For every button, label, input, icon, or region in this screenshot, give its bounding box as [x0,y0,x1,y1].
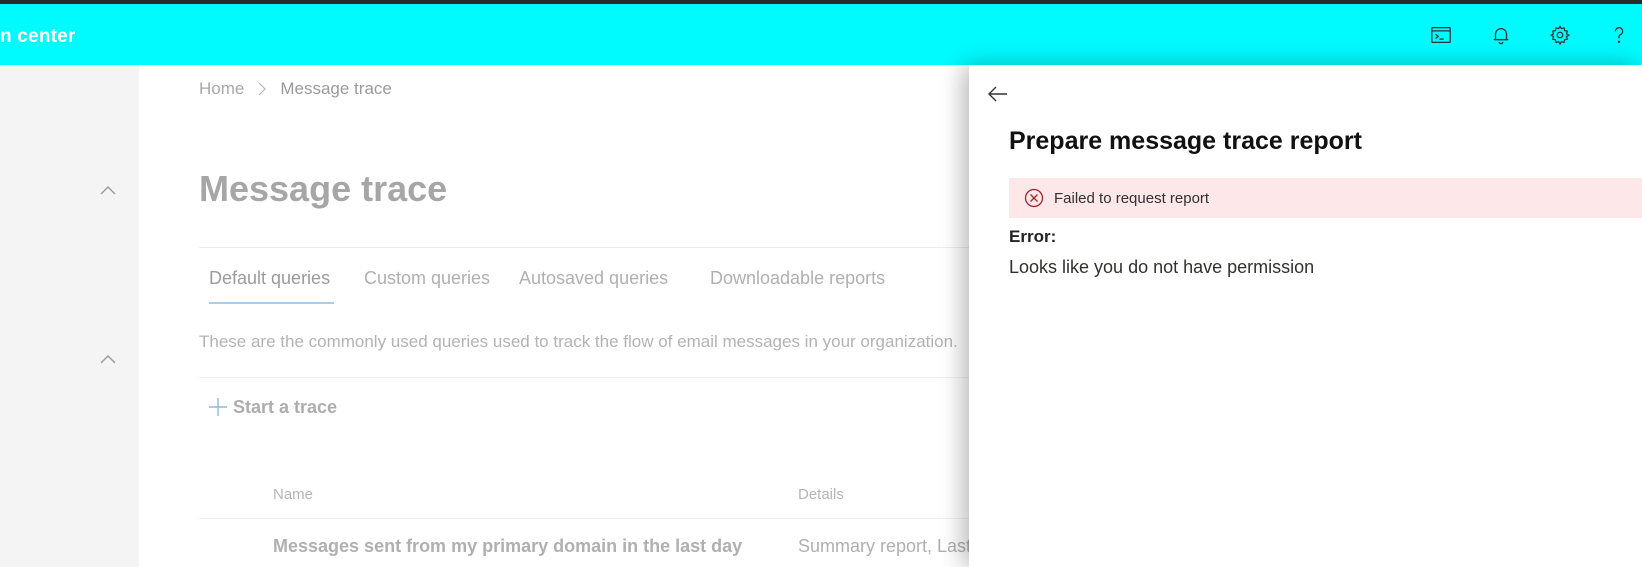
table-cell-name: Messages sent from my primary domain in … [273,536,743,556]
active-tab-indicator [209,302,334,304]
message-trace-report-panel: Prepare message trace report Failed to r… [969,65,1642,567]
breadcrumb-current: Message trace [280,79,392,98]
divider [199,377,969,378]
chevron-right-icon [258,82,267,96]
chevron-up-icon[interactable] [98,352,118,366]
tab-custom-queries[interactable]: Custom queries [364,268,490,289]
start-trace-button[interactable]: Start a trace [207,396,337,418]
tab-autosaved-queries[interactable]: Autosaved queries [519,268,668,289]
column-header-name[interactable]: Name [273,486,313,503]
error-label: Error: [1009,227,1057,246]
panel-title: Prepare message trace report [1009,127,1362,155]
tab-downloadable-reports[interactable]: Downloadable reports [710,268,885,289]
back-arrow-icon[interactable] [983,79,1013,109]
divider [199,518,969,519]
error-bar-text: Failed to request report [1054,189,1210,207]
chevron-up-icon[interactable] [98,183,118,197]
start-trace-label: Start a trace [233,396,338,417]
breadcrumb: Home Message trace [199,79,392,99]
bell-icon[interactable] [1486,20,1516,50]
left-navigation-rail [0,65,139,567]
terminal-icon[interactable] [1426,20,1456,50]
breadcrumb-home-link[interactable]: Home [199,79,244,99]
plus-icon [209,398,227,416]
error-message-bar: Failed to request report [1009,178,1642,218]
error-circle-icon [1024,188,1044,208]
top-navigation-bar: n center [0,4,1642,65]
column-header-details[interactable]: Details [798,486,844,503]
page-description: These are the commonly used queries used… [199,332,958,351]
divider [199,247,969,248]
page-title: Message trace [199,168,448,209]
gear-icon[interactable] [1545,20,1575,50]
error-message: Looks like you do not have permission [1009,257,1315,277]
help-icon[interactable] [1604,20,1634,50]
app-title: n center [0,26,76,47]
tab-default-queries[interactable]: Default queries [209,268,330,289]
